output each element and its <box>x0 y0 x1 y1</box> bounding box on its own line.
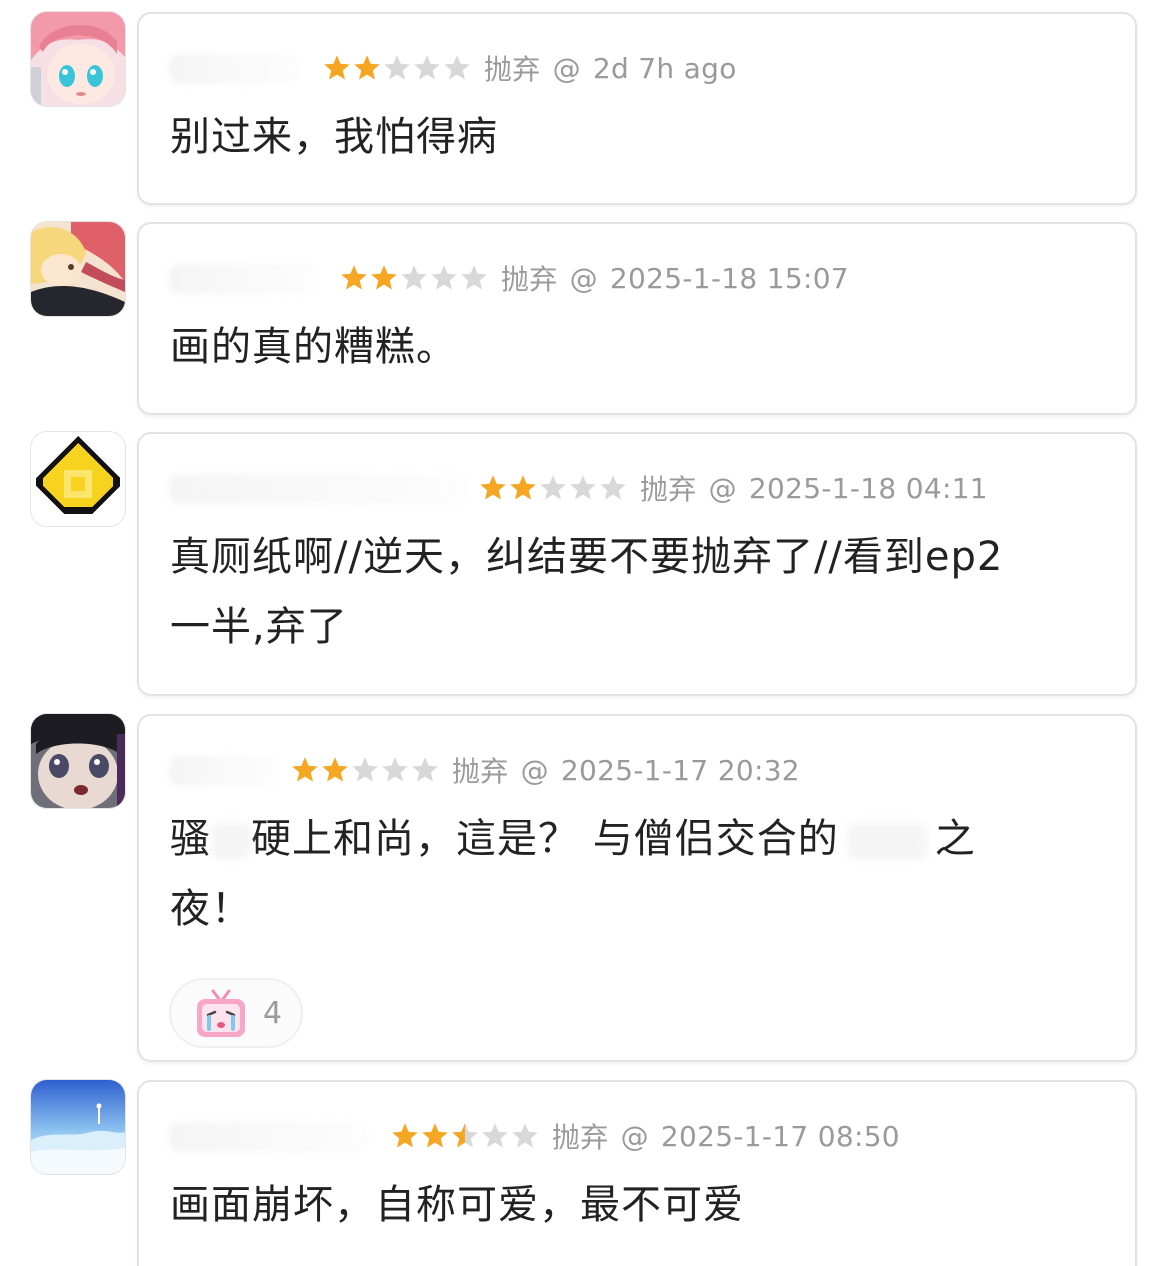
comment-line: 夜！ <box>170 886 252 932</box>
star-icon <box>510 475 536 500</box>
timestamp: 2025-1-18 04:11 <box>748 471 988 505</box>
comment-text: 画面崩坏，自称可爱，最不可爱 <box>170 1182 744 1228</box>
comment-card: 抛弃 @ 2d 7h ago 别过来，我怕得病 <box>137 12 1137 205</box>
at-symbol: @ <box>569 261 598 295</box>
username-redacted <box>169 1122 369 1152</box>
star-icon <box>382 757 408 782</box>
anime-girl-crying-avatar-icon <box>31 714 125 808</box>
comment-text: 别过来，我怕得病 <box>170 114 498 160</box>
redacted-word <box>846 823 927 859</box>
status-label: 抛弃 <box>640 473 697 506</box>
comment-fragment: 之 <box>934 816 976 862</box>
sky-landscape-avatar-icon <box>31 1080 125 1174</box>
comment-card: 抛弃 @ 2025-1-17 08:50 画面崩坏，自称可爱，最不可爱 <box>137 1080 1137 1266</box>
star-icon <box>322 757 348 782</box>
timestamp: 2025-1-18 15:07 <box>609 261 849 295</box>
comment-line: 真厕纸啊//逆天，纠结要不要抛弃了//看到ep2 <box>170 534 1004 580</box>
comment-text: 画的真的糟糕。 <box>170 324 457 370</box>
status-label: 抛弃 <box>452 755 509 788</box>
comment-feed: 抛弃 @ 2d 7h ago 别过来，我怕得病 抛弃 @ 2025-1-18 1… <box>0 0 1169 1266</box>
star-icon <box>401 265 427 290</box>
username-redacted <box>169 756 279 786</box>
comment-line: 一半,弃了 <box>170 604 348 650</box>
timestamp: 2d 7h ago <box>592 51 737 85</box>
at-symbol: @ <box>520 753 549 787</box>
star-icon <box>414 55 440 80</box>
at-symbol: @ <box>552 51 581 85</box>
star-icon <box>292 757 318 782</box>
redacted-word <box>211 823 251 859</box>
comment-line: 骚硬上和尚，這是？ 与僧侣交合的 之 <box>170 804 1111 874</box>
status-label: 抛弃 <box>552 1121 609 1154</box>
star-icon <box>352 757 378 782</box>
avatar[interactable] <box>31 12 125 106</box>
username-redacted <box>169 264 319 294</box>
star-icon <box>422 1123 448 1148</box>
avatar[interactable] <box>31 432 125 526</box>
star-icon <box>570 475 596 500</box>
star-icon <box>512 1123 538 1148</box>
star-icon <box>392 1123 418 1148</box>
comment-card: 抛弃 @ 2025-1-17 20:32 骚硬上和尚，這是？ 与僧侣交合的 之 夜… <box>137 714 1137 1062</box>
at-symbol: @ <box>620 1119 649 1153</box>
comment-fragment: 骚 <box>170 816 211 862</box>
comment-text: 骚硬上和尚，這是？ 与僧侣交合的 之 夜！ <box>170 804 1111 944</box>
comment-meta: 抛弃 @ 2025-1-18 15:07 <box>339 258 849 298</box>
star-icon <box>384 55 410 80</box>
username-redacted <box>169 54 299 84</box>
status-label: 抛弃 <box>501 263 558 296</box>
pixel-gold-coin-avatar-icon <box>31 432 125 526</box>
anime-blonde-avatar-icon <box>31 222 125 316</box>
star-icon <box>412 757 438 782</box>
star-icon <box>480 475 506 500</box>
anime-pink-hair-avatar-icon <box>31 12 125 106</box>
star-icon <box>354 55 380 80</box>
avatar[interactable] <box>31 1080 125 1174</box>
comment-meta: 抛弃 @ 2025-1-18 04:11 <box>478 468 988 508</box>
star-rating <box>322 53 472 83</box>
comment-card: 抛弃 @ 2025-1-18 15:07 画的真的糟糕。 <box>137 222 1137 415</box>
star-icon <box>431 265 457 290</box>
star-icon <box>482 1123 508 1148</box>
comment-meta: 抛弃 @ 2025-1-17 20:32 <box>290 750 800 790</box>
timestamp: 2025-1-17 08:50 <box>660 1119 900 1153</box>
half-star-icon <box>452 1123 478 1148</box>
star-icon <box>341 265 367 290</box>
avatar[interactable] <box>31 222 125 316</box>
star-icon <box>444 55 470 80</box>
star-icon <box>461 265 487 290</box>
avatar[interactable] <box>31 714 125 808</box>
star-icon <box>324 55 350 80</box>
comment-fragment: 硬上和尚，這是？ 与僧侣交合的 <box>251 816 839 862</box>
star-rating <box>390 1121 540 1151</box>
comment-text: 真厕纸啊//逆天，纠结要不要抛弃了//看到ep2 一半,弃了 <box>170 522 1111 662</box>
reaction-button[interactable]: 4 <box>169 978 303 1048</box>
star-icon <box>600 475 626 500</box>
timestamp: 2025-1-17 20:32 <box>560 753 800 787</box>
comment-meta: 抛弃 @ 2025-1-17 08:50 <box>390 1116 900 1156</box>
comment-meta: 抛弃 @ 2d 7h ago <box>322 48 737 88</box>
star-rating <box>339 263 489 293</box>
star-icon <box>371 265 397 290</box>
star-icon <box>540 475 566 500</box>
crying-tv-emoji-icon <box>197 989 245 1037</box>
comment-card: 抛弃 @ 2025-1-18 04:11 真厕纸啊//逆天，纠结要不要抛弃了//… <box>137 432 1137 696</box>
star-rating <box>290 755 440 785</box>
star-rating <box>478 473 628 503</box>
username-redacted <box>169 474 469 504</box>
at-symbol: @ <box>708 471 737 505</box>
status-label: 抛弃 <box>484 53 541 86</box>
reaction-count: 4 <box>263 995 283 1031</box>
